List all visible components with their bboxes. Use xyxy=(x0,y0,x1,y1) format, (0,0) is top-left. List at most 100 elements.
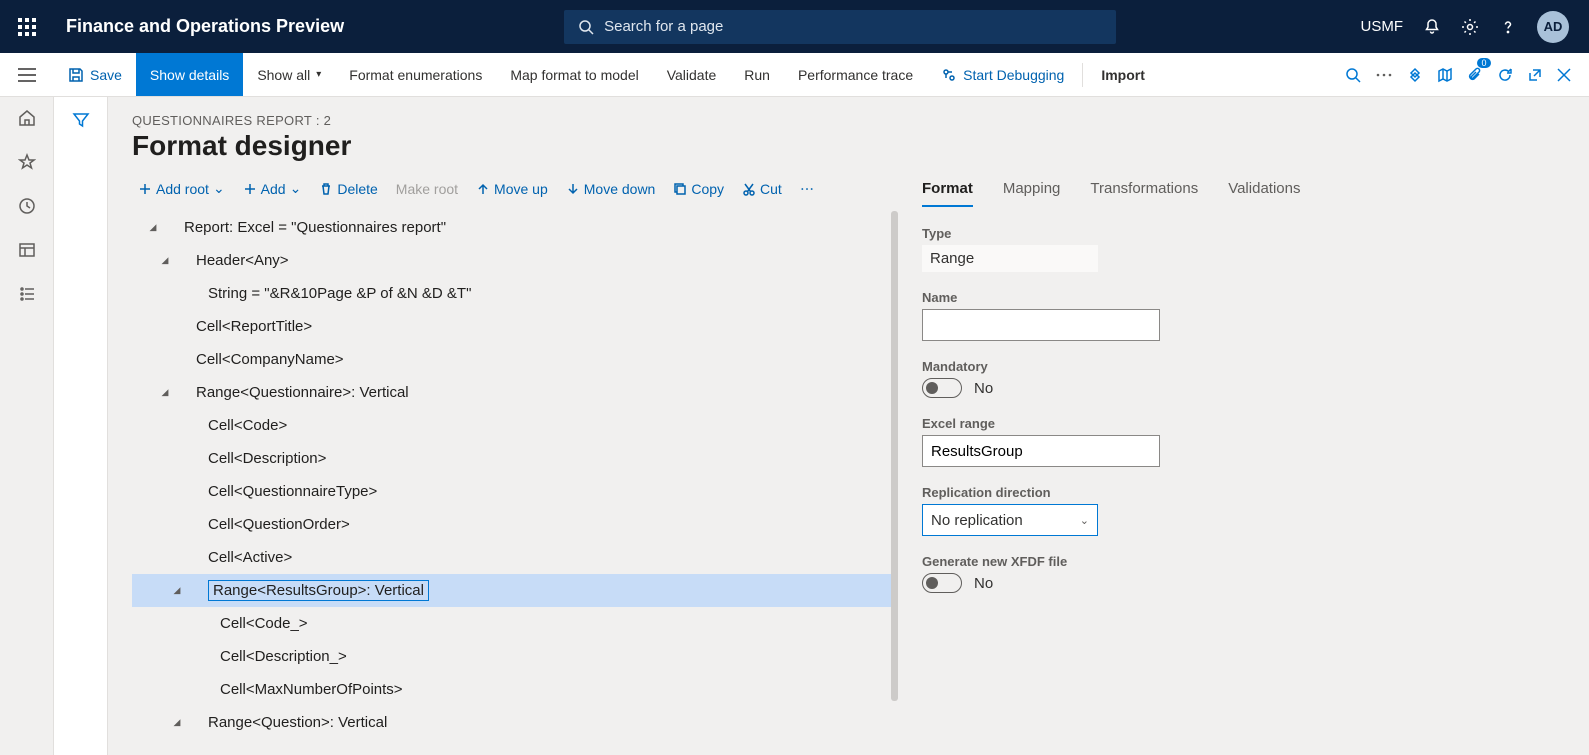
nav-toggle-icon[interactable] xyxy=(0,53,54,96)
page-title: Format designer xyxy=(132,130,1569,162)
import-button[interactable]: Import xyxy=(1087,53,1159,96)
tree-row[interactable]: ◢ Range<ResultsGroup>: Vertical xyxy=(132,574,892,607)
popout-icon[interactable] xyxy=(1527,67,1543,83)
main-content: QUESTIONNAIRES REPORT : 2 Format designe… xyxy=(108,97,1589,755)
xfdf-toggle[interactable] xyxy=(922,573,962,593)
copy-button[interactable]: Copy xyxy=(673,181,724,197)
validate-button[interactable]: Validate xyxy=(653,53,731,96)
map-format-button[interactable]: Map format to model xyxy=(496,53,652,96)
home-icon[interactable] xyxy=(18,109,36,127)
tab-transformations[interactable]: Transformations xyxy=(1090,180,1198,207)
chevron-down-icon: ⌄ xyxy=(1080,514,1089,527)
move-up-button[interactable]: Move up xyxy=(476,181,548,197)
modules-icon[interactable] xyxy=(18,285,36,303)
help-icon[interactable] xyxy=(1499,18,1517,36)
tab-validations[interactable]: Validations xyxy=(1228,180,1300,207)
tree-caret-icon[interactable]: ◢ xyxy=(170,585,184,596)
search-input[interactable] xyxy=(604,18,1102,35)
show-details-button[interactable]: Show details xyxy=(136,53,243,96)
close-icon[interactable] xyxy=(1557,68,1571,82)
clock-icon[interactable] xyxy=(18,197,36,215)
tree-label: Range<ResultsGroup>: Vertical xyxy=(208,580,429,601)
global-search[interactable] xyxy=(564,10,1116,44)
scrollbar-thumb[interactable] xyxy=(891,211,898,701)
name-input[interactable] xyxy=(922,309,1160,341)
start-debugging-button[interactable]: Start Debugging xyxy=(927,53,1078,96)
tree-row[interactable]: ◢Cell<Active> xyxy=(132,541,892,574)
tree-label: Range<Question>: Vertical xyxy=(208,714,387,731)
tab-format[interactable]: Format xyxy=(922,180,973,207)
tree-caret-icon[interactable]: ◢ xyxy=(158,387,172,398)
save-button[interactable]: Save xyxy=(54,53,136,96)
tree-row[interactable]: ◢Cell<Description> xyxy=(132,442,892,475)
mandatory-label: Mandatory xyxy=(922,359,1529,374)
save-label: Save xyxy=(90,67,122,83)
tree-caret-icon[interactable]: ◢ xyxy=(146,222,160,233)
app-launcher-icon[interactable] xyxy=(0,18,54,36)
tree-row[interactable]: ◢Cell<CompanyName> xyxy=(132,343,892,376)
left-rail xyxy=(0,97,54,755)
tree-label: Cell<Active> xyxy=(208,549,292,566)
tree-row[interactable]: ◢String = "&R&10Page &P of &N &D &T" xyxy=(132,277,892,310)
replication-label: Replication direction xyxy=(922,485,1529,500)
cut-button[interactable]: Cut xyxy=(742,181,782,197)
add-root-button[interactable]: Add root⌄ xyxy=(138,180,225,197)
tree-row[interactable]: ◢Cell<Code> xyxy=(132,409,892,442)
tree-row[interactable]: ◢ Header<Any> xyxy=(132,244,892,277)
tree-label: Cell<Description> xyxy=(208,450,326,467)
filter-column xyxy=(54,97,108,755)
map-icon[interactable] xyxy=(1437,67,1453,83)
chevron-down-icon: ▾ xyxy=(316,69,321,80)
name-label: Name xyxy=(922,290,1529,305)
gear-icon[interactable] xyxy=(1461,18,1479,36)
tab-mapping[interactable]: Mapping xyxy=(1003,180,1061,207)
avatar[interactable]: AD xyxy=(1537,11,1569,43)
performance-trace-button[interactable]: Performance trace xyxy=(784,53,927,96)
workspace-icon[interactable] xyxy=(18,241,36,259)
chevron-down-icon: ⌄ xyxy=(290,180,302,197)
chevron-down-icon: ⌄ xyxy=(213,180,225,197)
more-icon[interactable] xyxy=(1375,72,1393,78)
tree-row[interactable]: ◢Cell<Code_> xyxy=(132,607,892,640)
more-tree-icon[interactable] xyxy=(800,182,814,196)
search-command-icon[interactable] xyxy=(1345,67,1361,83)
attachment-icon[interactable]: 0 xyxy=(1467,66,1483,84)
tree-label: String = "&R&10Page &P of &N &D &T" xyxy=(208,285,471,302)
run-button[interactable]: Run xyxy=(730,53,784,96)
excel-range-input[interactable] xyxy=(922,435,1160,467)
mandatory-toggle[interactable] xyxy=(922,378,962,398)
add-button[interactable]: Add⌄ xyxy=(243,180,302,197)
tree-caret-icon[interactable]: ◢ xyxy=(158,255,172,266)
breadcrumb: QUESTIONNAIRES REPORT : 2 xyxy=(132,113,1569,128)
tree-label: Header<Any> xyxy=(196,252,289,269)
excel-range-label: Excel range xyxy=(922,416,1529,431)
delete-button[interactable]: Delete xyxy=(319,181,377,197)
mandatory-value: No xyxy=(974,380,993,397)
tree-label: Cell<MaxNumberOfPoints> xyxy=(220,681,403,698)
tree-row[interactable]: ◢Cell<ReportTitle> xyxy=(132,310,892,343)
tree-row[interactable]: ◢ Range<Question>: Vertical xyxy=(132,706,892,739)
tree-row[interactable]: ◢Cell<Description_> xyxy=(132,640,892,673)
tree-row[interactable]: ◢Cell<QuestionnaireType> xyxy=(132,475,892,508)
tree-caret-icon[interactable]: ◢ xyxy=(170,717,184,728)
replication-select[interactable]: No replication ⌄ xyxy=(922,504,1098,536)
tree-toolbar: Add root⌄ Add⌄ Delete Make root Move up … xyxy=(132,180,892,197)
search-icon xyxy=(578,19,594,35)
diamond-icon[interactable] xyxy=(1407,67,1423,83)
refresh-icon[interactable] xyxy=(1497,67,1513,83)
show-all-button[interactable]: Show all▾ xyxy=(243,53,335,96)
move-down-button[interactable]: Move down xyxy=(566,181,656,197)
make-root-button[interactable]: Make root xyxy=(396,181,458,197)
format-enumerations-button[interactable]: Format enumerations xyxy=(335,53,496,96)
bell-icon[interactable] xyxy=(1423,18,1441,36)
tree-row[interactable]: ◢Report: Excel = "Questionnaires report" xyxy=(132,211,892,244)
tree-label: Cell<CompanyName> xyxy=(196,351,344,368)
star-icon[interactable] xyxy=(18,153,36,171)
tree-row[interactable]: ◢Range<Questionnaire>: Vertical xyxy=(132,376,892,409)
company-label[interactable]: USMF xyxy=(1361,18,1404,35)
filter-icon[interactable] xyxy=(72,111,90,755)
tree-row[interactable]: ◢Cell<MaxNumberOfPoints> xyxy=(132,673,892,706)
attachment-badge: 0 xyxy=(1477,58,1491,68)
tree-label: Cell<QuestionOrder> xyxy=(208,516,350,533)
tree-row[interactable]: ◢Cell<QuestionOrder> xyxy=(132,508,892,541)
